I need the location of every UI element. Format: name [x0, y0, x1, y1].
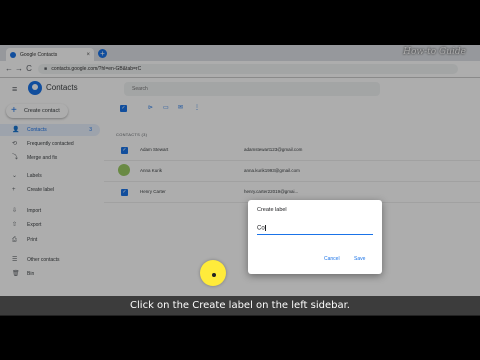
- video-caption: Click on the Create label on the left si…: [0, 296, 480, 316]
- create-label-dialog: Create label Co Cancel Save: [248, 200, 382, 274]
- save-button[interactable]: Save: [354, 256, 365, 262]
- text-caret: [264, 225, 266, 231]
- cursor-highlight-icon: [200, 260, 226, 286]
- label-name-input[interactable]: Co: [257, 225, 373, 235]
- modal-scrim[interactable]: [0, 45, 480, 315]
- dialog-title: Create label: [257, 207, 287, 213]
- screen-frame: Google Contacts × + How-to Guide ← → C ■…: [0, 45, 480, 315]
- cancel-button[interactable]: Cancel: [324, 256, 340, 262]
- label-name-value: Co: [257, 225, 265, 232]
